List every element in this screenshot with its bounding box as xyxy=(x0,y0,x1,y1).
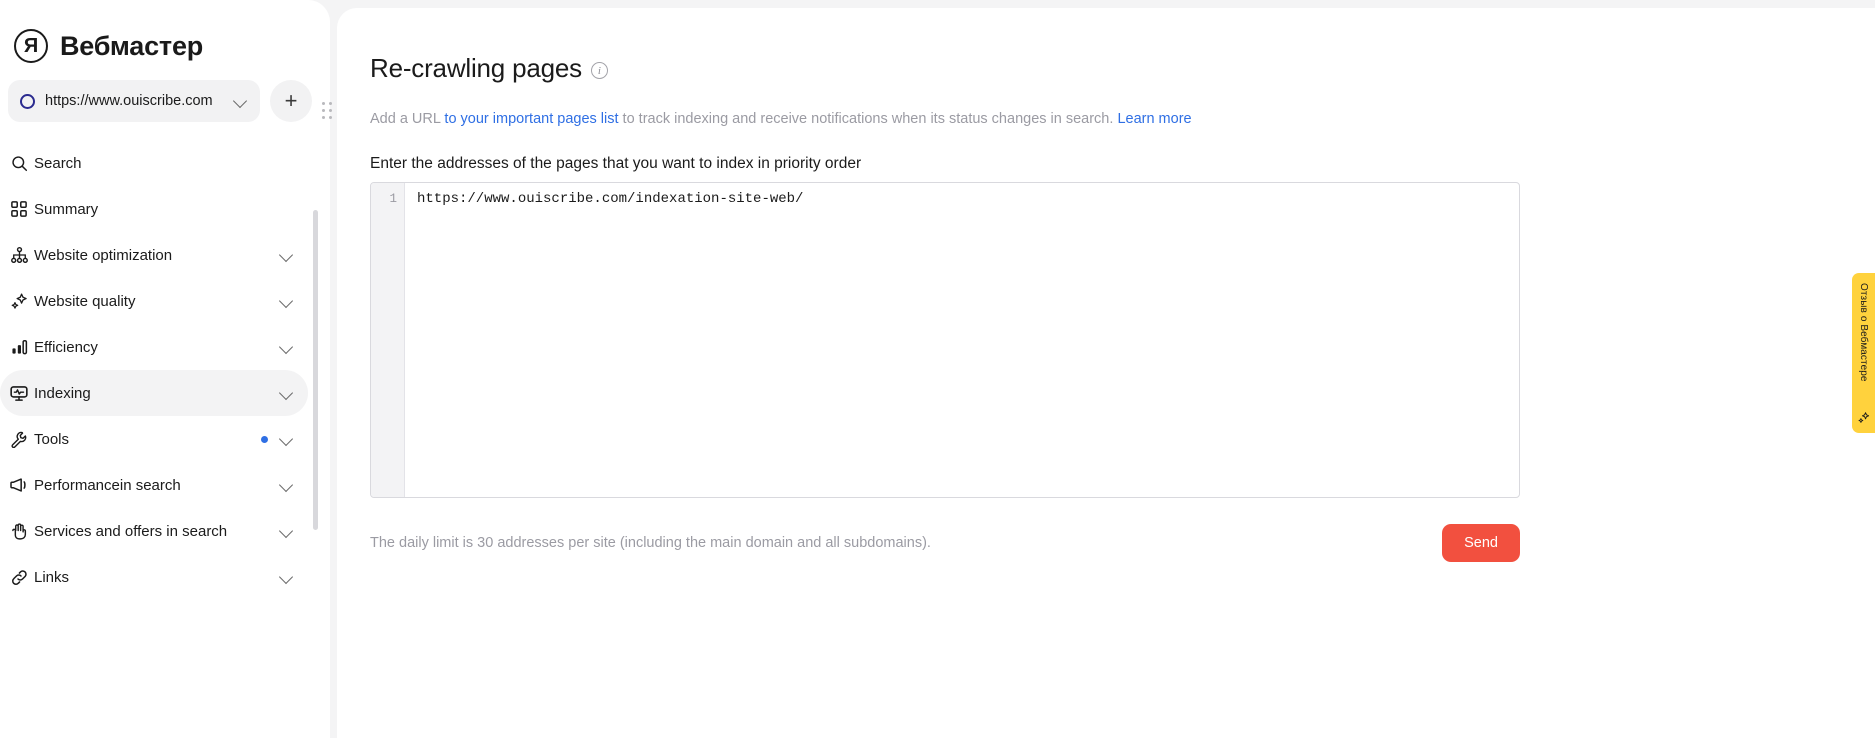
sidebar-item-links[interactable]: Links xyxy=(0,554,308,600)
brand-title: Вебмастер xyxy=(60,30,204,61)
sidebar-scrollbar[interactable] xyxy=(313,210,318,530)
sidebar-item-label: Website optimization xyxy=(34,246,173,264)
info-icon[interactable]: i xyxy=(590,62,608,80)
wrench-icon xyxy=(4,431,34,448)
sidebar-item-services-and-offers[interactable]: Services and offers in search xyxy=(0,508,308,554)
addresses-field-label: Enter the addresses of the pages that yo… xyxy=(370,154,862,172)
chevron-down-icon[interactable] xyxy=(280,432,294,446)
sidebar-item-label: Summary xyxy=(34,200,99,218)
bar-chart-icon xyxy=(4,339,34,355)
monitor-pulse-icon xyxy=(4,385,34,402)
chevron-down-icon xyxy=(234,94,248,108)
chevron-down-icon[interactable] xyxy=(280,294,294,308)
sidebar-item-label: Links xyxy=(34,568,70,586)
yandex-logo-icon: Я xyxy=(14,29,48,63)
editor-footer: The daily limit is 30 addresses per site… xyxy=(370,523,1520,562)
sidebar-item-label: Indexing xyxy=(34,384,91,402)
addresses-editor[interactable]: 1 https://www.ouiscribe.com/indexation-s… xyxy=(370,181,1520,498)
sidebar-item-summary[interactable]: Summary xyxy=(0,186,308,232)
learn-more-link[interactable]: Learn more xyxy=(1117,111,1191,127)
feedback-tab-label: Отзыв о Вебмастере xyxy=(1858,283,1869,382)
chevron-down-icon[interactable] xyxy=(280,570,294,584)
panel-drag-handle-icon[interactable] xyxy=(322,102,336,120)
line-number-gutter: 1 xyxy=(371,182,405,497)
link-icon xyxy=(4,569,34,586)
chevron-down-icon[interactable] xyxy=(280,340,294,354)
sidebar-item-performance-in-search[interactable]: Performancein search xyxy=(0,462,308,508)
grid-icon xyxy=(4,201,34,217)
chevron-down-icon[interactable] xyxy=(280,248,294,262)
app-root: Я Вебмастер https://www.ouiscribe.com + … xyxy=(0,0,1875,738)
sidebar-item-website-quality[interactable]: Website quality xyxy=(0,278,308,324)
site-url-label: https://www.ouiscribe.com xyxy=(45,93,213,109)
sidebar: Я Вебмастер https://www.ouiscribe.com + … xyxy=(0,0,330,738)
chevron-down-icon[interactable] xyxy=(280,524,294,538)
site-selector[interactable]: https://www.ouiscribe.com xyxy=(8,80,260,122)
addresses-input[interactable]: https://www.ouiscribe.com/indexation-sit… xyxy=(405,183,1519,497)
sitemap-icon xyxy=(4,247,34,263)
chevron-down-icon[interactable] xyxy=(280,478,294,492)
site-selector-row: https://www.ouiscribe.com + xyxy=(0,62,330,122)
star-spark-icon xyxy=(4,292,34,310)
subtitle-text-2: to track indexing and receive notificati… xyxy=(618,110,1118,127)
hand-icon xyxy=(4,522,34,540)
megaphone-icon xyxy=(4,477,34,493)
sidebar-item-label: Efficiency xyxy=(34,338,98,356)
page-title-row: Re-crawling pages i xyxy=(370,36,1875,102)
main-content: Re-crawling pages i Add a URL to your im… xyxy=(337,8,1875,738)
sidebar-item-search[interactable]: Search xyxy=(0,140,308,186)
notification-dot xyxy=(261,435,268,443)
feedback-tab[interactable]: Отзыв о Вебмастере xyxy=(1852,273,1875,433)
sidebar-item-efficiency[interactable]: Efficiency xyxy=(0,324,308,370)
send-button[interactable]: Send xyxy=(1442,523,1520,562)
sidebar-item-indexing[interactable]: Indexing xyxy=(0,370,308,416)
search-icon xyxy=(4,155,34,172)
page-header: Re-crawling pages i Add a URL to your im… xyxy=(337,8,1875,129)
important-pages-list-link[interactable]: to your important pages list xyxy=(444,111,618,127)
add-site-button[interactable]: + xyxy=(270,80,312,122)
sidebar-item-label: Tools xyxy=(34,430,70,448)
site-favicon-icon xyxy=(20,93,35,109)
sidebar-item-label: Services and offers in search xyxy=(34,522,228,540)
sidebar-item-website-optimization[interactable]: Website optimization xyxy=(0,232,308,278)
spark-icon xyxy=(1858,412,1870,426)
subtitle-text-1: Add a URL xyxy=(370,110,445,127)
brand-header[interactable]: Я Вебмастер xyxy=(0,0,330,63)
sidebar-item-label: Performancein search xyxy=(34,476,181,494)
page-title: Re-crawling pages xyxy=(370,53,582,84)
sidebar-item-tools[interactable]: Tools xyxy=(0,416,308,462)
daily-limit-note: The daily limit is 30 addresses per site… xyxy=(370,534,931,551)
chevron-down-icon[interactable] xyxy=(280,386,294,400)
sidebar-item-label: Website quality xyxy=(34,292,136,310)
sidebar-item-label: Search xyxy=(34,154,82,172)
sidebar-nav: Search Summary Website optimization Webs… xyxy=(0,140,330,600)
page-subtitle: Add a URL to your important pages list t… xyxy=(370,110,1875,129)
